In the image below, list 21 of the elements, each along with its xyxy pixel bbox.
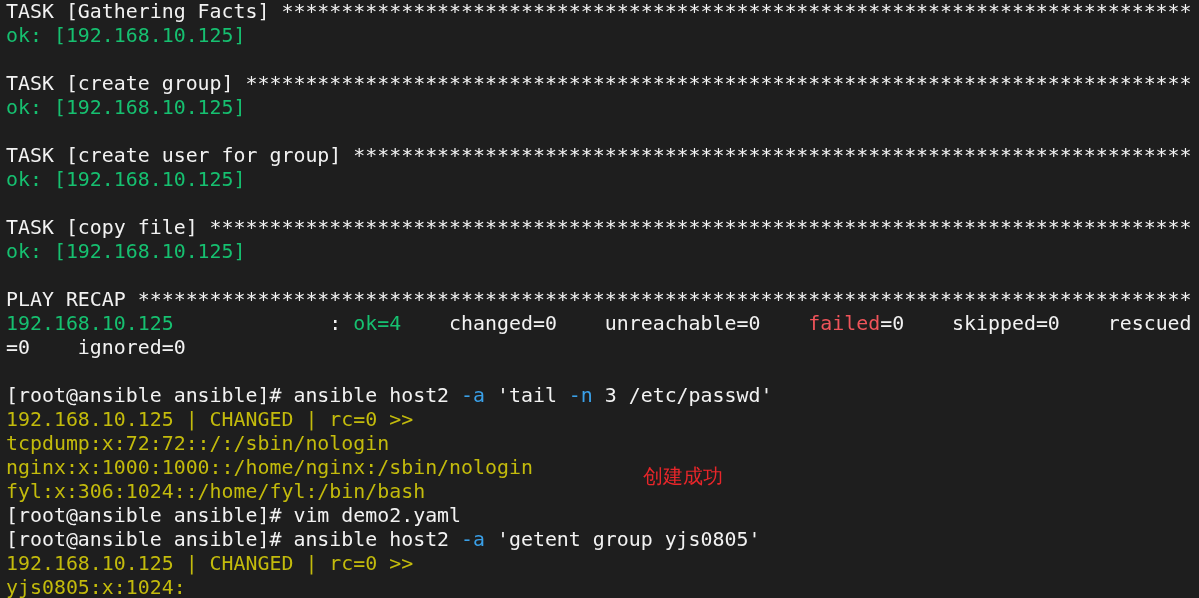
terminal-line: PLAY RECAP **************************************************************************************** [6, 288, 1192, 312]
terminal-line: TASK [copy file] ********************************************************************************** [6, 216, 1192, 240]
terminal-line: 192.168.10.125 | CHANGED | rc=0 >> [6, 552, 414, 576]
terminal-line: fyl:x:306:1024::/home/fyl:/bin/bash [6, 480, 426, 504]
terminal-line: TASK [create user for group] ********************************************************************** [6, 144, 1192, 168]
terminal-line: yjs0805:x:1024: [6, 576, 186, 598]
terminal-line: ok: [192.168.10.125] [6, 168, 246, 192]
terminal-line: ok: [192.168.10.125] [6, 96, 246, 120]
terminal-line: [root@ansible ansible]# ansible host2 -a 'tail -n 3 /etc/passwd' [6, 384, 773, 408]
terminal-line: ok: [192.168.10.125] [6, 24, 246, 48]
terminal-line: nginx:x:1000:1000::/home/nginx:/sbin/nologin [6, 456, 533, 480]
annotation-text: 创建成功 [643, 463, 723, 489]
terminal-line: TASK [create group] ******************************************************************************* [6, 72, 1192, 96]
terminal-line: TASK [Gathering Facts] **************************************************************************** [6, 0, 1192, 24]
terminal-line: tcpdump:x:72:72::/:/sbin/nologin [6, 432, 390, 456]
terminal-line: [root@ansible ansible]# ansible host2 -a 'getent group yjs0805' [6, 528, 761, 552]
terminal-line: =0 ignored=0 [6, 336, 186, 360]
terminal-line: 192.168.10.125 | CHANGED | rc=0 >> [6, 408, 414, 432]
terminal-line: [root@ansible ansible]# vim demo2.yaml [6, 504, 462, 528]
terminal-line: ok: [192.168.10.125] [6, 240, 246, 264]
terminal-line: 192.168.10.125 : ok=4 changed=0 unreachable=0 failed=0 skipped=0 rescued [6, 312, 1192, 336]
